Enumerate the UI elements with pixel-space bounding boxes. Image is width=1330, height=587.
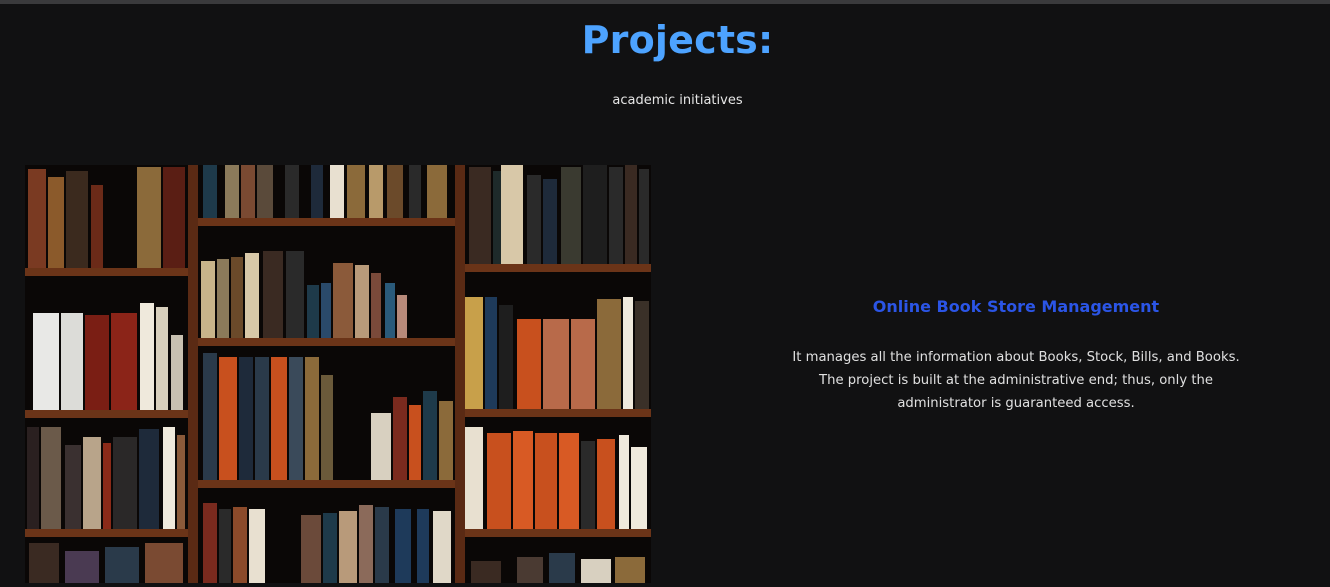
bookshelf-image xyxy=(25,165,651,583)
section-title: Projects: xyxy=(581,18,774,62)
top-border xyxy=(0,0,1330,4)
section-subtitle: academic initiatives xyxy=(612,93,743,108)
project-card: Online Book Store Management It manages … xyxy=(790,297,1242,415)
project-title[interactable]: Online Book Store Management xyxy=(790,297,1242,316)
project-description: It manages all the information about Boo… xyxy=(792,350,1240,411)
